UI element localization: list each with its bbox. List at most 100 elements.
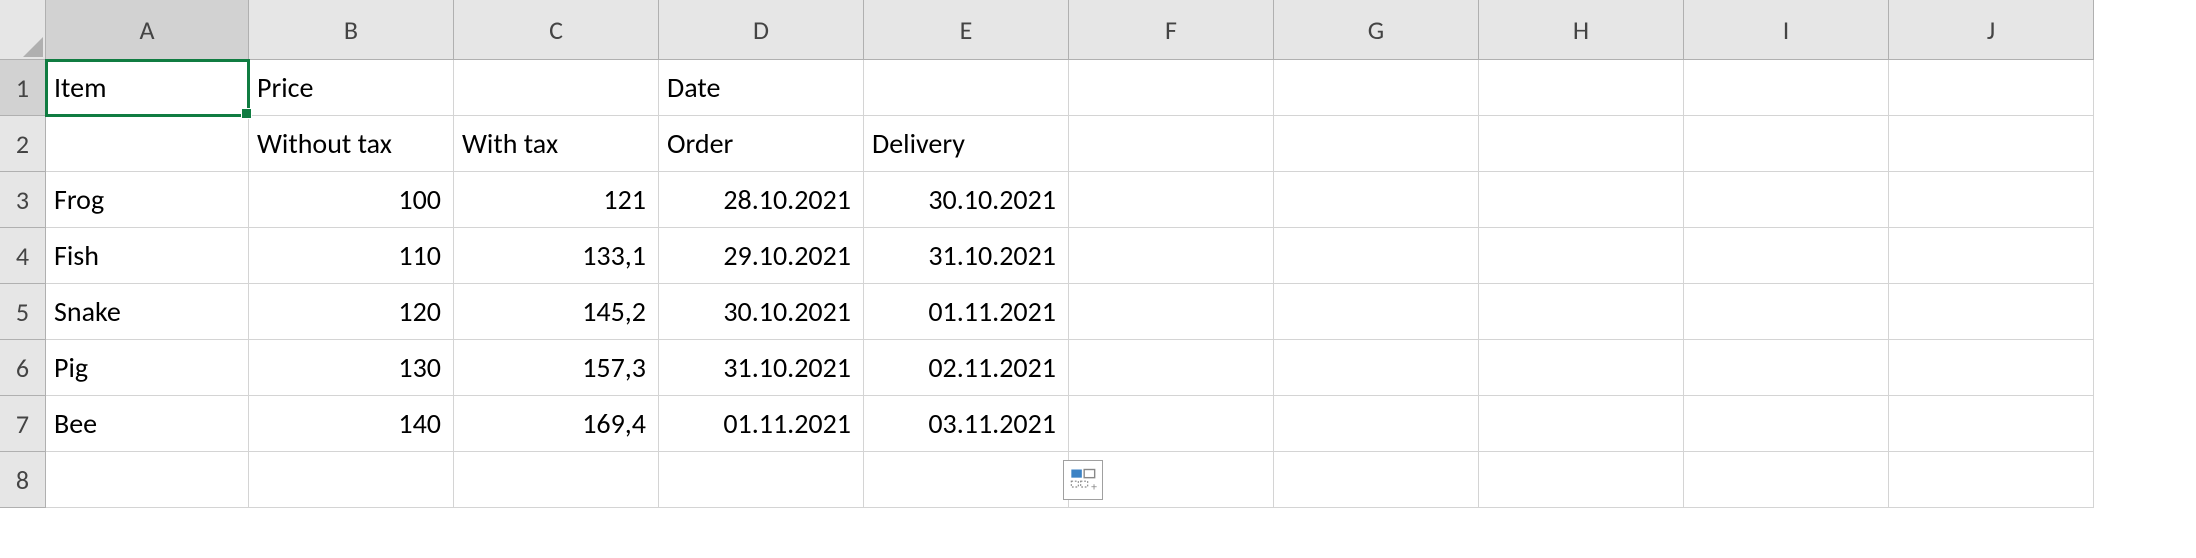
cell-I7[interactable] bbox=[1684, 396, 1889, 452]
cell-E8[interactable] bbox=[864, 452, 1069, 508]
cell-A8[interactable] bbox=[46, 452, 249, 508]
auto-fill-options-icon[interactable]: + bbox=[1063, 460, 1103, 500]
cell-D4[interactable]: 29.10.2021 bbox=[659, 228, 864, 284]
cell-G3[interactable] bbox=[1274, 172, 1479, 228]
cell-E7[interactable]: 03.11.2021 bbox=[864, 396, 1069, 452]
cell-H3[interactable] bbox=[1479, 172, 1684, 228]
cell-J6[interactable] bbox=[1889, 340, 2094, 396]
cell-F7[interactable] bbox=[1069, 396, 1274, 452]
row-header-7[interactable]: 7 bbox=[0, 396, 46, 452]
cell-B5[interactable]: 120 bbox=[249, 284, 454, 340]
col-header-G[interactable]: G bbox=[1274, 0, 1479, 60]
cell-B7[interactable]: 140 bbox=[249, 396, 454, 452]
cell-A7[interactable]: Bee bbox=[46, 396, 249, 452]
cell-F6[interactable] bbox=[1069, 340, 1274, 396]
cell-D7[interactable]: 01.11.2021 bbox=[659, 396, 864, 452]
col-header-E[interactable]: E bbox=[864, 0, 1069, 60]
cell-A2[interactable] bbox=[46, 116, 249, 172]
cell-G8[interactable] bbox=[1274, 452, 1479, 508]
cell-J3[interactable] bbox=[1889, 172, 2094, 228]
cell-I1[interactable] bbox=[1684, 60, 1889, 116]
cell-C7[interactable]: 169,4 bbox=[454, 396, 659, 452]
cell-G1[interactable] bbox=[1274, 60, 1479, 116]
cell-E5[interactable]: 01.11.2021 bbox=[864, 284, 1069, 340]
cell-C1[interactable] bbox=[454, 60, 659, 116]
cell-B4[interactable]: 110 bbox=[249, 228, 454, 284]
row-header-5[interactable]: 5 bbox=[0, 284, 46, 340]
cell-D6[interactable]: 31.10.2021 bbox=[659, 340, 864, 396]
cell-B1[interactable]: Price bbox=[249, 60, 454, 116]
cell-D8[interactable] bbox=[659, 452, 864, 508]
cell-B6[interactable]: 130 bbox=[249, 340, 454, 396]
cell-D5[interactable]: 30.10.2021 bbox=[659, 284, 864, 340]
cell-H5[interactable] bbox=[1479, 284, 1684, 340]
cell-E3[interactable]: 30.10.2021 bbox=[864, 172, 1069, 228]
cell-F1[interactable] bbox=[1069, 60, 1274, 116]
cell-I3[interactable] bbox=[1684, 172, 1889, 228]
cell-H4[interactable] bbox=[1479, 228, 1684, 284]
col-header-F[interactable]: F bbox=[1069, 0, 1274, 60]
cell-C5[interactable]: 145,2 bbox=[454, 284, 659, 340]
cell-J4[interactable] bbox=[1889, 228, 2094, 284]
row-header-3[interactable]: 3 bbox=[0, 172, 46, 228]
cell-F8[interactable]: + bbox=[1069, 452, 1274, 508]
cell-G7[interactable] bbox=[1274, 396, 1479, 452]
cell-G4[interactable] bbox=[1274, 228, 1479, 284]
col-header-A[interactable]: A bbox=[46, 0, 249, 60]
cell-C3[interactable]: 121 bbox=[454, 172, 659, 228]
cell-J1[interactable] bbox=[1889, 60, 2094, 116]
cell-E6[interactable]: 02.11.2021 bbox=[864, 340, 1069, 396]
cell-A4[interactable]: Fish bbox=[46, 228, 249, 284]
cell-A1[interactable]: Item bbox=[46, 60, 249, 116]
cell-B8[interactable] bbox=[249, 452, 454, 508]
cell-I5[interactable] bbox=[1684, 284, 1889, 340]
col-header-C[interactable]: C bbox=[454, 0, 659, 60]
cell-F2[interactable] bbox=[1069, 116, 1274, 172]
cell-G2[interactable] bbox=[1274, 116, 1479, 172]
cell-A6[interactable]: Pig bbox=[46, 340, 249, 396]
row-header-1[interactable]: 1 bbox=[0, 60, 46, 116]
cell-A3[interactable]: Frog bbox=[46, 172, 249, 228]
cell-E1[interactable] bbox=[864, 60, 1069, 116]
cell-J5[interactable] bbox=[1889, 284, 2094, 340]
col-header-I[interactable]: I bbox=[1684, 0, 1889, 60]
cell-H1[interactable] bbox=[1479, 60, 1684, 116]
cell-F4[interactable] bbox=[1069, 228, 1274, 284]
cell-D2[interactable]: Order bbox=[659, 116, 864, 172]
cell-F3[interactable] bbox=[1069, 172, 1274, 228]
cell-C8[interactable] bbox=[454, 452, 659, 508]
select-all-corner[interactable] bbox=[0, 0, 46, 60]
cell-G6[interactable] bbox=[1274, 340, 1479, 396]
cell-G5[interactable] bbox=[1274, 284, 1479, 340]
cell-J2[interactable] bbox=[1889, 116, 2094, 172]
cell-B3[interactable]: 100 bbox=[249, 172, 454, 228]
cell-I2[interactable] bbox=[1684, 116, 1889, 172]
spreadsheet-grid[interactable]: A B C D E F G H I J 1 Item Price Date 2 … bbox=[0, 0, 2196, 508]
row-header-2[interactable]: 2 bbox=[0, 116, 46, 172]
cell-H2[interactable] bbox=[1479, 116, 1684, 172]
cell-H6[interactable] bbox=[1479, 340, 1684, 396]
row-header-6[interactable]: 6 bbox=[0, 340, 46, 396]
cell-J7[interactable] bbox=[1889, 396, 2094, 452]
col-header-J[interactable]: J bbox=[1889, 0, 2094, 60]
cell-I8[interactable] bbox=[1684, 452, 1889, 508]
row-header-8[interactable]: 8 bbox=[0, 452, 46, 508]
row-header-4[interactable]: 4 bbox=[0, 228, 46, 284]
cell-D3[interactable]: 28.10.2021 bbox=[659, 172, 864, 228]
cell-E4[interactable]: 31.10.2021 bbox=[864, 228, 1069, 284]
cell-C2[interactable]: With tax bbox=[454, 116, 659, 172]
cell-C6[interactable]: 157,3 bbox=[454, 340, 659, 396]
col-header-D[interactable]: D bbox=[659, 0, 864, 60]
cell-D1[interactable]: Date bbox=[659, 60, 864, 116]
cell-H7[interactable] bbox=[1479, 396, 1684, 452]
cell-A5[interactable]: Snake bbox=[46, 284, 249, 340]
col-header-H[interactable]: H bbox=[1479, 0, 1684, 60]
cell-I4[interactable] bbox=[1684, 228, 1889, 284]
cell-C4[interactable]: 133,1 bbox=[454, 228, 659, 284]
cell-I6[interactable] bbox=[1684, 340, 1889, 396]
cell-B2[interactable]: Without tax bbox=[249, 116, 454, 172]
cell-F5[interactable] bbox=[1069, 284, 1274, 340]
cell-J8[interactable] bbox=[1889, 452, 2094, 508]
col-header-B[interactable]: B bbox=[249, 0, 454, 60]
cell-E2[interactable]: Delivery bbox=[864, 116, 1069, 172]
